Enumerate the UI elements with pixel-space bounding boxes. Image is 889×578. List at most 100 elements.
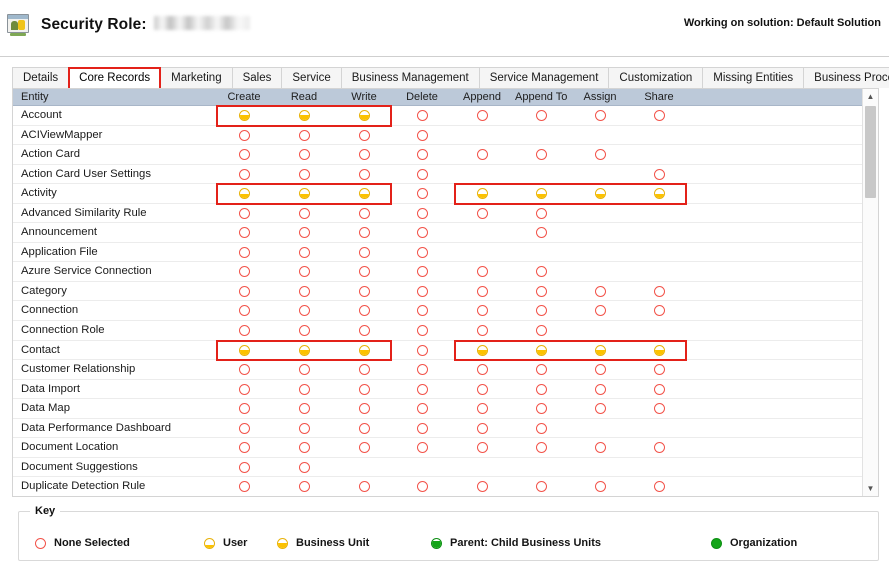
grid-col-header-write[interactable]: Write (338, 89, 390, 106)
tab-sales[interactable]: Sales (233, 67, 283, 88)
privilege-cell-delete[interactable] (396, 380, 448, 399)
privilege-cell-create[interactable] (218, 126, 270, 145)
privilege-cell-share[interactable] (633, 380, 685, 399)
privilege-cell-delete[interactable] (396, 165, 448, 184)
privilege-cell-delete[interactable] (396, 145, 448, 164)
privilege-cell-create[interactable] (218, 360, 270, 379)
privilege-cell-share[interactable] (633, 399, 685, 418)
grid-col-header-append[interactable]: Append (456, 89, 508, 106)
privilege-cell-write[interactable] (338, 419, 390, 438)
table-row[interactable]: Azure Service Connection (13, 262, 878, 282)
privilege-cell-write[interactable] (338, 262, 390, 281)
privilege-cell-share[interactable] (633, 438, 685, 457)
privilege-cell-write[interactable] (338, 106, 390, 125)
privilege-cell-write[interactable] (338, 438, 390, 457)
privilege-cell-share[interactable] (633, 477, 685, 496)
privilege-cell-write[interactable] (338, 477, 390, 496)
privilege-cell-read[interactable] (278, 438, 330, 457)
privilege-cell-append[interactable] (456, 477, 508, 496)
privilege-cell-write[interactable] (338, 341, 390, 360)
tab-core-records[interactable]: Core Records (69, 67, 161, 88)
grid-col-header-share[interactable]: Share (633, 89, 685, 106)
privilege-cell-append-to[interactable] (515, 262, 567, 281)
table-row[interactable]: Advanced Similarity Rule (13, 204, 878, 224)
privilege-cell-append[interactable] (456, 262, 508, 281)
privilege-cell-append-to[interactable] (515, 301, 567, 320)
scroll-up-arrow-icon[interactable]: ▲ (863, 89, 878, 104)
table-row[interactable]: Data Performance Dashboard (13, 419, 878, 439)
table-row[interactable]: Category (13, 282, 878, 302)
privilege-cell-create[interactable] (218, 419, 270, 438)
table-row[interactable]: Document Suggestions (13, 458, 878, 478)
privilege-cell-append[interactable] (456, 184, 508, 203)
privilege-cell-append[interactable] (456, 360, 508, 379)
table-row[interactable]: Duplicate Detection Rule (13, 477, 878, 497)
privilege-cell-read[interactable] (278, 262, 330, 281)
privilege-cell-assign[interactable] (574, 380, 626, 399)
privilege-cell-append[interactable] (456, 106, 508, 125)
privilege-cell-create[interactable] (218, 223, 270, 242)
table-row[interactable]: Data Import (13, 380, 878, 400)
privilege-cell-assign[interactable] (574, 145, 626, 164)
privilege-cell-create[interactable] (218, 184, 270, 203)
privilege-cell-write[interactable] (338, 145, 390, 164)
privilege-cell-append[interactable] (456, 399, 508, 418)
privilege-cell-create[interactable] (218, 458, 270, 477)
grid-col-header-delete[interactable]: Delete (396, 89, 448, 106)
privilege-cell-append[interactable] (456, 204, 508, 223)
privilege-cell-create[interactable] (218, 262, 270, 281)
privilege-cell-append[interactable] (456, 438, 508, 457)
privilege-cell-write[interactable] (338, 243, 390, 262)
tab-missing-entities[interactable]: Missing Entities (703, 67, 804, 88)
tab-details[interactable]: Details (12, 67, 69, 88)
table-row[interactable]: Action Card User Settings (13, 165, 878, 185)
table-row[interactable]: Customer Relationship (13, 360, 878, 380)
privilege-cell-append[interactable] (456, 321, 508, 340)
privilege-cell-delete[interactable] (396, 282, 448, 301)
tab-business-management[interactable]: Business Management (342, 67, 480, 88)
privilege-cell-read[interactable] (278, 419, 330, 438)
grid-col-header-assign[interactable]: Assign (574, 89, 626, 106)
privilege-cell-read[interactable] (278, 380, 330, 399)
privilege-cell-create[interactable] (218, 243, 270, 262)
tab-service-management[interactable]: Service Management (480, 67, 610, 88)
privilege-cell-write[interactable] (338, 301, 390, 320)
table-row[interactable]: Activity (13, 184, 878, 204)
privilege-cell-assign[interactable] (574, 184, 626, 203)
privilege-cell-read[interactable] (278, 106, 330, 125)
table-row[interactable]: Connection Role (13, 321, 878, 341)
table-row[interactable]: Account (13, 106, 878, 126)
privilege-cell-append-to[interactable] (515, 184, 567, 203)
privilege-cell-read[interactable] (278, 165, 330, 184)
table-row[interactable]: Announcement (13, 223, 878, 243)
table-row[interactable]: Action Card (13, 145, 878, 165)
privilege-cell-create[interactable] (218, 399, 270, 418)
grid-col-header-entity[interactable]: Entity (21, 89, 49, 106)
privilege-cell-append-to[interactable] (515, 477, 567, 496)
privilege-cell-delete[interactable] (396, 321, 448, 340)
privilege-cell-read[interactable] (278, 477, 330, 496)
privilege-cell-read[interactable] (278, 301, 330, 320)
privilege-cell-delete[interactable] (396, 301, 448, 320)
privilege-cell-append-to[interactable] (515, 341, 567, 360)
privilege-cell-assign[interactable] (574, 438, 626, 457)
privilege-cell-append-to[interactable] (515, 145, 567, 164)
privilege-cell-delete[interactable] (396, 262, 448, 281)
privilege-cell-delete[interactable] (396, 477, 448, 496)
privilege-cell-share[interactable] (633, 341, 685, 360)
privilege-cell-append[interactable] (456, 145, 508, 164)
table-row[interactable]: Document Location (13, 438, 878, 458)
privilege-cell-write[interactable] (338, 282, 390, 301)
privilege-cell-create[interactable] (218, 477, 270, 496)
privilege-cell-read[interactable] (278, 184, 330, 203)
privilege-cell-read[interactable] (278, 399, 330, 418)
scrollbar-thumb[interactable] (865, 106, 876, 198)
privilege-cell-append[interactable] (456, 301, 508, 320)
tab-business-process-flows[interactable]: Business Process Flows (804, 67, 889, 88)
privilege-cell-write[interactable] (338, 399, 390, 418)
privilege-cell-share[interactable] (633, 165, 685, 184)
privilege-cell-append-to[interactable] (515, 282, 567, 301)
privilege-cell-delete[interactable] (396, 341, 448, 360)
privilege-cell-delete[interactable] (396, 438, 448, 457)
privilege-cell-write[interactable] (338, 165, 390, 184)
